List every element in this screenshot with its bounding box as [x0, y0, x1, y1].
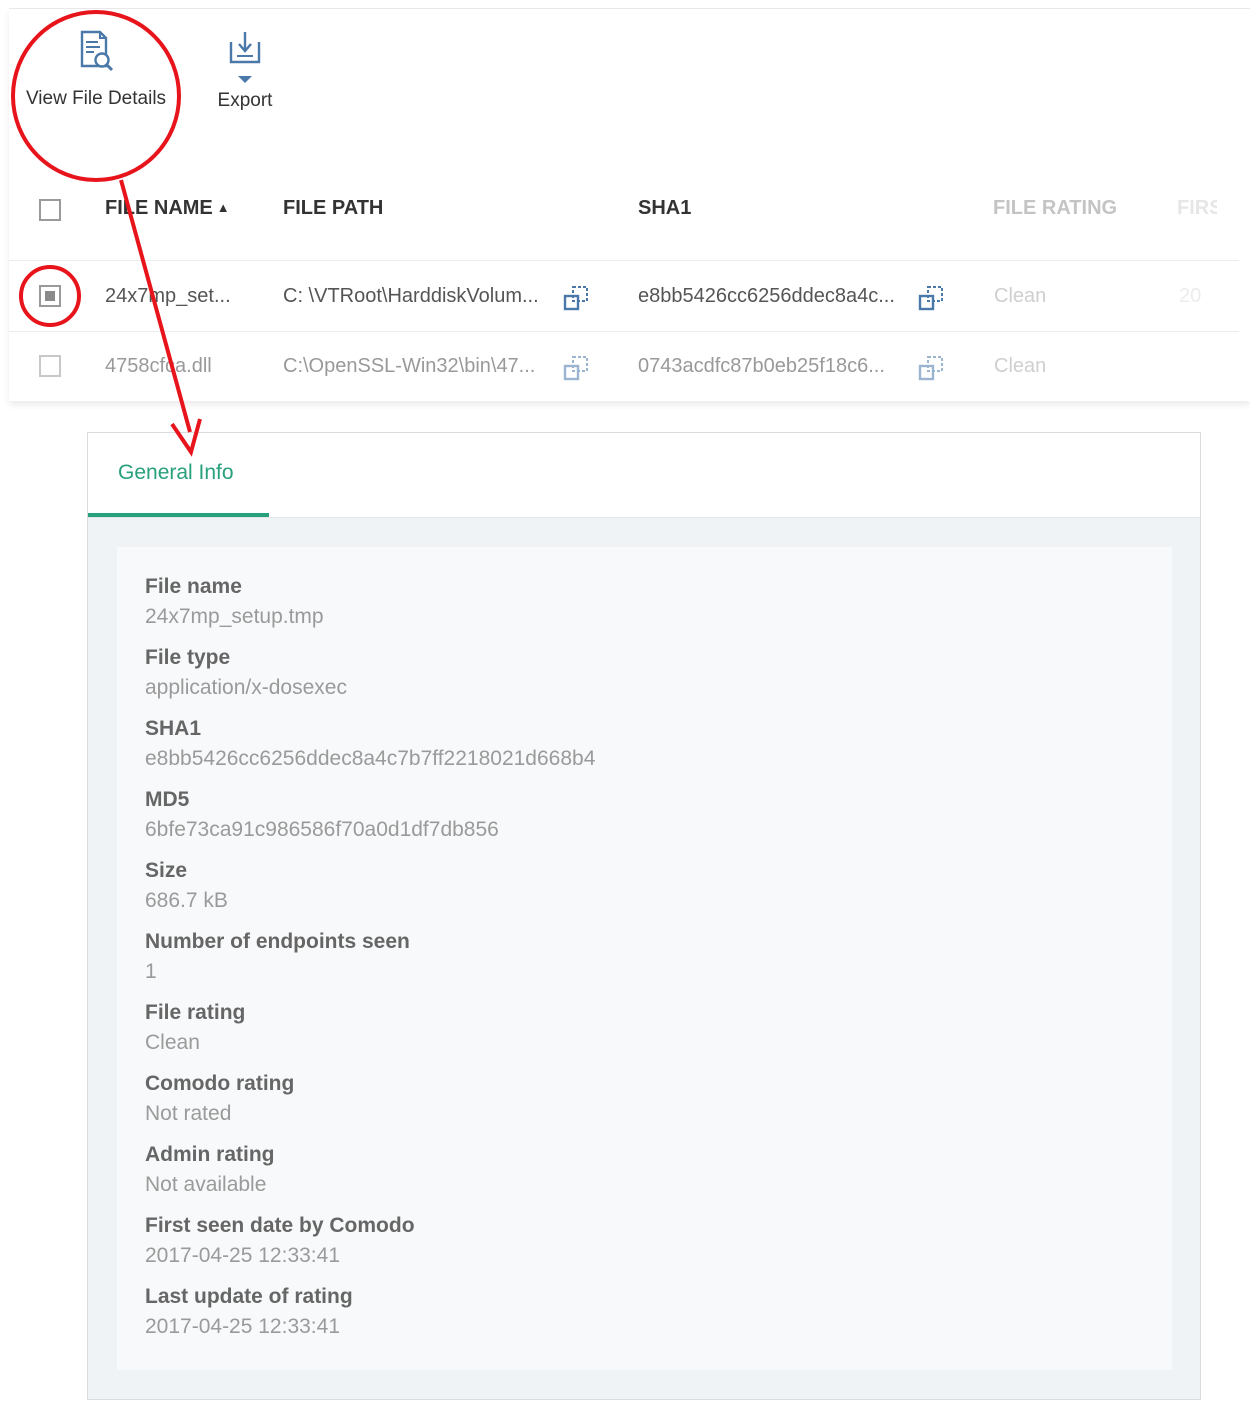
field-value: 24x7mp_setup.tmp — [145, 605, 324, 628]
field-label: SHA1 — [145, 717, 202, 740]
column-header-sha1[interactable]: SHA1 — [638, 197, 691, 220]
field-value: Clean — [145, 1031, 200, 1054]
detail-field-comodo-rating: Comodo rating Not rated — [145, 1071, 294, 1127]
field-label: File type — [145, 646, 231, 669]
detail-field-admin-rating: Admin rating Not available — [145, 1142, 275, 1198]
view-file-details-label: View File Details — [25, 88, 167, 109]
tab-general-info-label: General Info — [118, 461, 234, 484]
field-label: File name — [145, 575, 242, 598]
field-label: Comodo rating — [145, 1072, 295, 1095]
column-header-first-seen[interactable]: FIRS — [1177, 197, 1217, 220]
field-value: 6bfe73ca91c986586f70a0d1df7db856 — [145, 818, 499, 841]
detail-field-md5: MD5 6bfe73ca91c986586f70a0d1df7db856 — [145, 787, 499, 843]
table-row[interactable]: 4758cfca.dll C:\OpenSSL-Win32\bin\47... … — [9, 332, 1239, 402]
export-label: Export — [217, 90, 273, 111]
sha1-cell: e8bb5426cc6256ddec8a4c... — [638, 285, 895, 307]
file-rating-cell: Clean — [994, 355, 1047, 377]
field-value: 1 — [145, 960, 157, 983]
file-details-panel: General Info File name 24x7mp_setup.tmp … — [87, 432, 1201, 1400]
file-path-cell: C: \VTRoot\HarddiskVolum... — [283, 285, 539, 307]
copy-icon[interactable] — [917, 353, 947, 383]
file-name-header-label: FILE NAME — [105, 197, 213, 219]
detail-field-sha1: SHA1 e8bb5426cc6256ddec8a4c7b7ff2218021d… — [145, 716, 595, 772]
document-search-icon — [80, 30, 114, 72]
copy-icon[interactable] — [917, 283, 947, 313]
select-all-checkbox[interactable] — [39, 199, 61, 221]
field-value: Not available — [145, 1173, 267, 1196]
column-header-file-rating[interactable]: FILE RATING — [993, 197, 1117, 220]
details-tab-bar: General Info — [88, 433, 1200, 518]
file-path-cell: C:\OpenSSL-Win32\bin\47... — [283, 355, 536, 377]
detail-field-first-seen: First seen date by Comodo 2017-04-25 12:… — [145, 1213, 415, 1269]
sha1-cell: 0743acdfc87b0eb25f18c6... — [638, 355, 885, 377]
field-label: Number of endpoints seen — [145, 930, 410, 953]
field-value: 686.7 kB — [145, 889, 228, 912]
detail-field-size: Size 686.7 kB — [145, 858, 228, 914]
table-row[interactable]: 24x7mp_set... C: \VTRoot\HarddiskVolum..… — [9, 260, 1239, 332]
field-label: Admin rating — [145, 1143, 275, 1166]
field-label: First seen date by Comodo — [145, 1214, 415, 1237]
field-value: Not rated — [145, 1102, 232, 1125]
row-checkbox[interactable] — [39, 355, 61, 377]
general-info-card: File name 24x7mp_setup.tmp File type app… — [117, 547, 1172, 1370]
detail-field-file-type: File type application/x-dosexec — [145, 645, 347, 701]
view-file-details-button[interactable]: View File Details — [16, 28, 176, 110]
field-value: 2017-04-25 12:33:41 — [145, 1315, 340, 1338]
field-label: Size — [145, 859, 188, 882]
copy-icon[interactable] — [562, 353, 592, 383]
download-tray-icon — [229, 32, 261, 83]
detail-field-endpoints-seen: Number of endpoints seen 1 — [145, 929, 410, 985]
detail-field-last-update: Last update of rating 2017-04-25 12:33:4… — [145, 1284, 353, 1340]
field-value: e8bb5426cc6256ddec8a4c7b7ff2218021d668b4 — [145, 747, 596, 770]
first-seen-cell: 20 — [1179, 285, 1202, 307]
column-header-file-name[interactable]: FILE NAME ▲ — [105, 197, 230, 220]
field-label: MD5 — [145, 788, 190, 811]
column-header-file-path[interactable]: FILE PATH — [283, 197, 383, 220]
detail-field-file-name: File name 24x7mp_setup.tmp — [145, 574, 324, 630]
export-button[interactable]: Export — [205, 28, 285, 112]
sort-ascending-icon: ▲ — [216, 200, 230, 215]
field-value: application/x-dosexec — [145, 676, 347, 699]
file-name-cell: 24x7mp_set... — [105, 285, 231, 307]
field-label: Last update of rating — [145, 1285, 353, 1308]
tab-general-info[interactable]: General Info — [88, 433, 269, 517]
row-checkbox[interactable] — [39, 285, 61, 307]
file-rating-cell: Clean — [994, 285, 1047, 307]
detail-field-file-rating: File rating Clean — [145, 1000, 245, 1056]
field-label: File rating — [145, 1001, 246, 1024]
field-value: 2017-04-25 12:33:41 — [145, 1244, 340, 1267]
copy-icon[interactable] — [562, 283, 592, 313]
file-name-cell: 4758cfca.dll — [105, 355, 212, 377]
